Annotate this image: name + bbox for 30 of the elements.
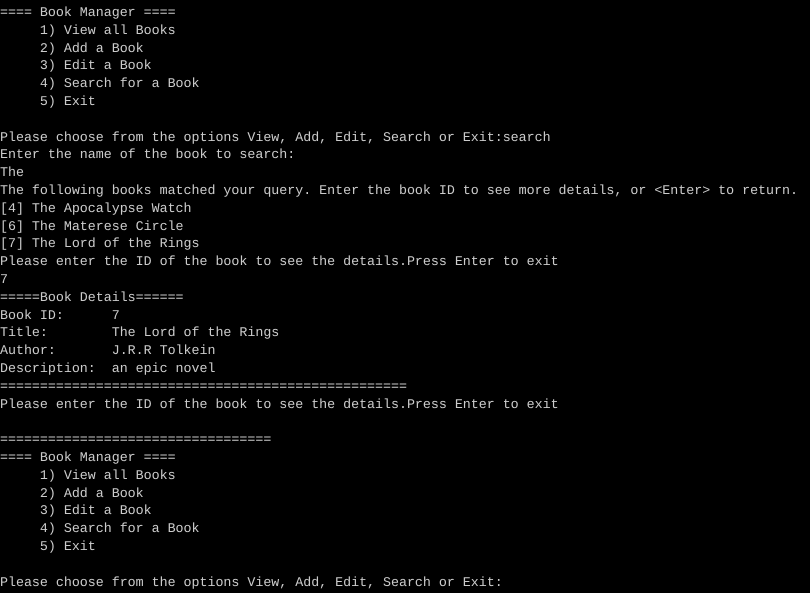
console-line: 5) Exit: [38, 538, 96, 556]
console-line: The: [0, 164, 24, 182]
console-line: 3) Edit a Book: [38, 502, 152, 520]
console-line: Author: J.R.R Tolkein: [0, 342, 216, 360]
console-line: Title: The Lord of the Rings: [0, 324, 280, 342]
console-line: 2) Add a Book: [38, 484, 144, 502]
console-line: ===================================================: [0, 378, 407, 396]
console-line: Please choose from the options View, Add, Edit, Search or Exit:: [0, 574, 503, 592]
console-line: [7] The Lord of the Rings: [0, 235, 200, 254]
console-line: Description: an epic novel: [0, 360, 216, 378]
console-line: 2) Add a Book: [38, 40, 144, 58]
console-line: ==== Book Manager ====: [0, 448, 176, 467]
console-line: ==================================: [0, 431, 272, 449]
console-line: ==== Book Manager ====: [0, 4, 176, 22]
console-line: Enter the name of the book to search:: [0, 146, 296, 164]
console-line: 1) View all Books: [38, 466, 176, 485]
console-line: Book ID: 7: [0, 306, 120, 324]
console-line: 4) Search for a Book: [38, 520, 200, 538]
console-line: 3) Edit a Book: [38, 57, 152, 76]
console-line: 7: [0, 270, 8, 289]
console-line: 1) View all Books: [38, 22, 176, 40]
console-line: =====Book Details======: [0, 288, 184, 307]
console-line: 4) Search for a Book: [38, 75, 200, 93]
console-line: [6] The Materese Circle: [0, 218, 184, 236]
console-line: [4] The Apocalypse Watch: [0, 200, 192, 218]
console-line: Please choose from the options View, Add, Edit, Search or Exit:search: [0, 128, 551, 146]
console-line: Please enter the ID of the book to see the details.Press Enter to exit: [0, 253, 559, 271]
console-line: The following books matched your query. Enter the book ID to see more details, or <Enter> to return.: [0, 182, 798, 200]
console-line: Please enter the ID of the book to see the details.Press Enter to exit: [0, 396, 559, 414]
console-line: 5) Exit: [38, 92, 96, 111]
